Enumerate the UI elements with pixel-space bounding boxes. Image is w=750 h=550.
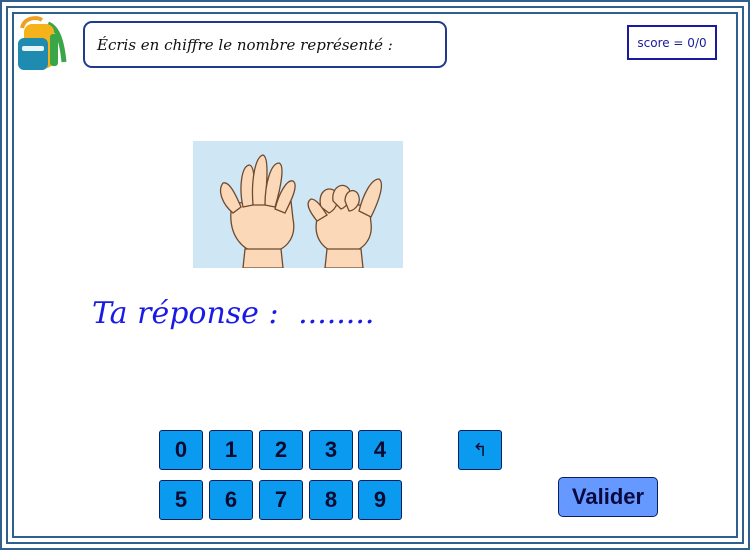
key-0[interactable]: 0: [159, 430, 203, 470]
key-9[interactable]: 9: [358, 480, 402, 520]
key-8[interactable]: 8: [309, 480, 353, 520]
validate-button[interactable]: Valider: [558, 477, 658, 517]
answer-line: Ta réponse : ........: [92, 296, 374, 331]
key-6[interactable]: 6: [209, 480, 253, 520]
key-4[interactable]: 4: [358, 430, 402, 470]
score-text: score = 0/0: [637, 35, 707, 50]
backspace-button[interactable]: ↰: [458, 430, 502, 470]
backpack-icon: [18, 16, 67, 70]
key-3[interactable]: 3: [309, 430, 353, 470]
score-box: score = 0/0: [627, 25, 717, 60]
hands-counting-image: [193, 141, 403, 269]
answer-label: Ta réponse :: [92, 296, 279, 331]
key-2[interactable]: 2: [259, 430, 303, 470]
answer-field[interactable]: ........: [298, 296, 374, 331]
key-5[interactable]: 5: [159, 480, 203, 520]
instruction-text: Écris en chiffre le nombre représenté :: [97, 35, 393, 54]
key-7[interactable]: 7: [259, 480, 303, 520]
key-1[interactable]: 1: [209, 430, 253, 470]
instruction-box: Écris en chiffre le nombre représenté :: [83, 21, 447, 68]
validate-label: Valider: [571, 484, 645, 509]
backspace-icon: ↰: [472, 439, 488, 460]
